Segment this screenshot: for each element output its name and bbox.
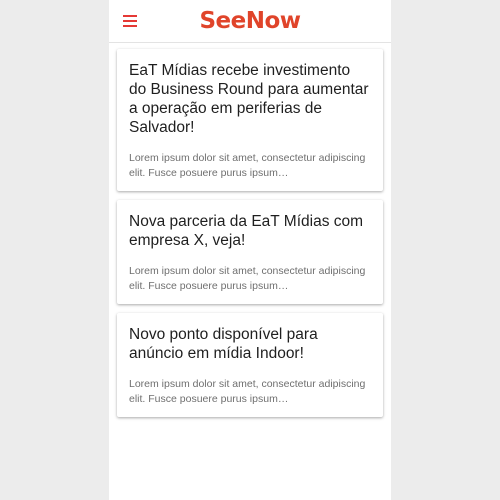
- news-card-excerpt: Lorem ipsum dolor sit amet, consectetur …: [129, 378, 366, 405]
- news-card-title: Nova parceria da EaT Mídias com empresa …: [129, 213, 364, 249]
- app-bar: SeeNow: [109, 0, 391, 43]
- news-card-title: Novo ponto disponível para anúncio em mí…: [129, 326, 318, 362]
- news-card-excerpt: Lorem ipsum dolor sit amet, consectetur …: [129, 152, 366, 179]
- news-card-title: EaT Mídias recebe investimento do Busine…: [129, 62, 369, 136]
- news-feed: EaT Mídias recebe investimento do Busine…: [109, 43, 391, 417]
- app-logo[interactable]: SeeNow: [109, 6, 391, 36]
- news-card[interactable]: EaT Mídias recebe investimento do Busine…: [117, 49, 383, 191]
- news-card-excerpt: Lorem ipsum dolor sit amet, consectetur …: [129, 265, 366, 292]
- news-card[interactable]: Nova parceria da EaT Mídias com empresa …: [117, 200, 383, 304]
- news-card[interactable]: Novo ponto disponível para anúncio em mí…: [117, 313, 383, 417]
- app-screen: SeeNow EaT Mídias recebe investimento do…: [109, 0, 391, 500]
